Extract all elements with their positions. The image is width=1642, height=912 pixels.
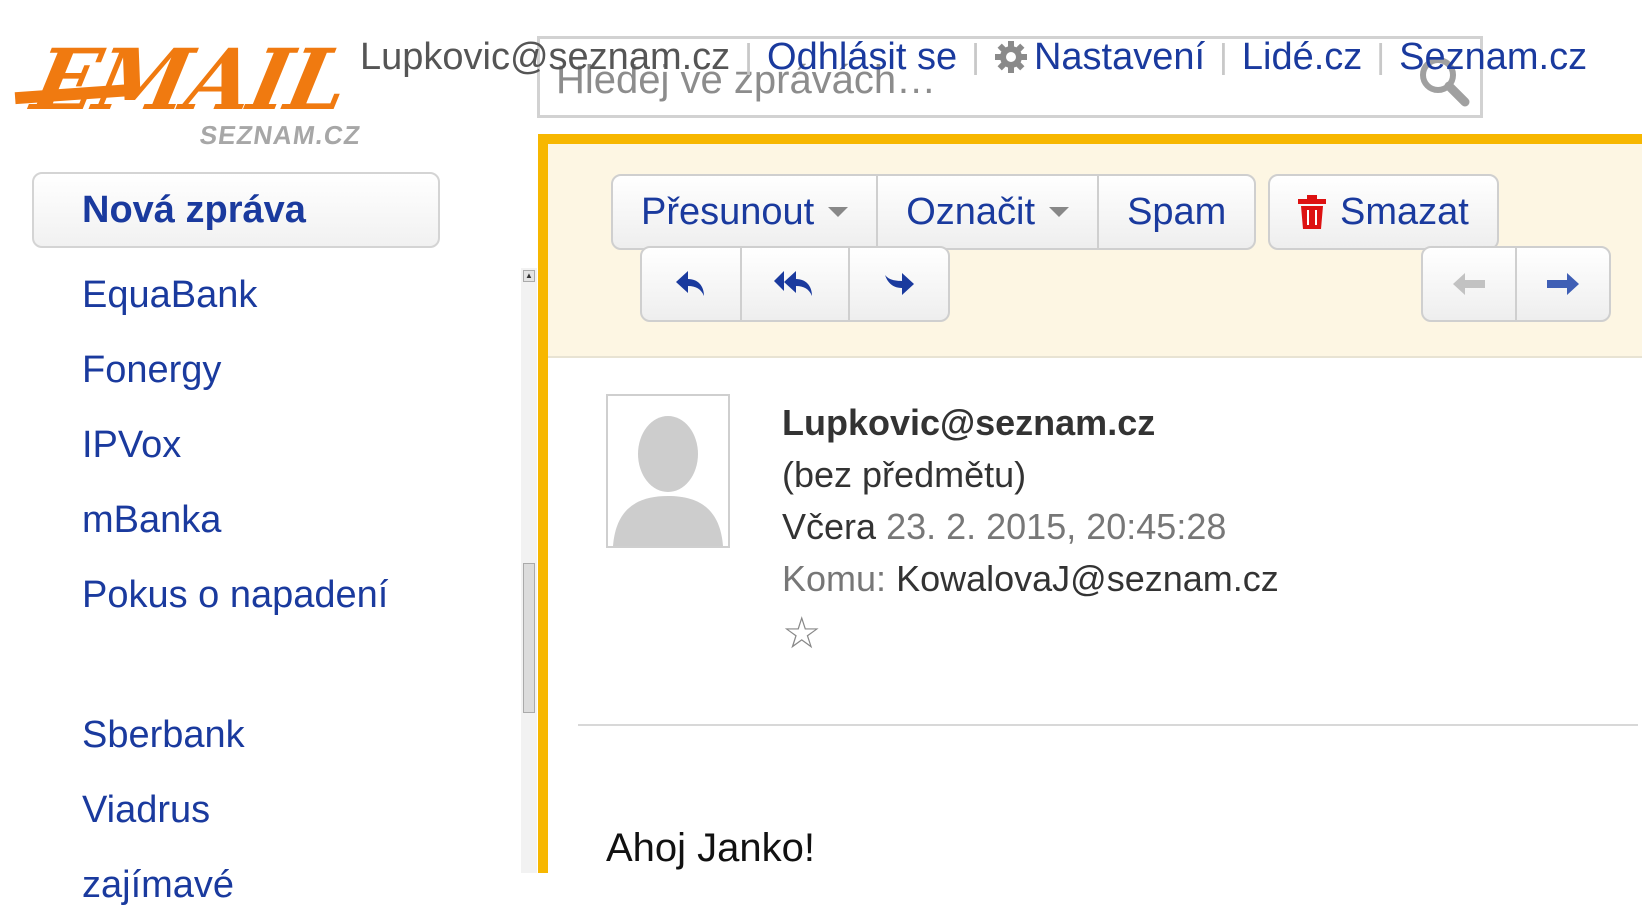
seznam-link[interactable]: Seznam.cz — [1399, 36, 1587, 79]
chevron-down-icon — [828, 207, 849, 217]
chevron-down-icon — [1049, 207, 1070, 217]
navigation-group — [1421, 246, 1611, 322]
new-message-button[interactable]: Nová zpráva — [32, 172, 440, 248]
reply-group — [640, 246, 950, 322]
message-recipient: Komu: KowalovaJ@seznam.cz — [782, 558, 1279, 600]
folder-item[interactable]: Sberbank — [82, 702, 482, 777]
sender-avatar — [606, 394, 730, 548]
top-links: Lupkovic@seznam.cz | Odhlásit se | Nasta… — [360, 32, 1587, 82]
separator: | — [1376, 37, 1386, 76]
message-toolbar: Přesunout Označit Spam Smazat — [548, 144, 1642, 358]
message-date: Včera 23. 2. 2015, 20:45:28 — [782, 506, 1226, 548]
spam-button[interactable]: Spam — [1099, 176, 1254, 248]
sidebar-scrollbar[interactable]: ▲ — [521, 268, 537, 873]
mark-button[interactable]: Označit — [878, 176, 1100, 248]
folder-item[interactable]: Fonergy — [82, 337, 482, 412]
gear-icon[interactable] — [994, 40, 1028, 74]
move-label: Přesunout — [641, 190, 815, 233]
recipient-address[interactable]: KowalovaJ@seznam.cz — [896, 558, 1279, 599]
reply-all-button[interactable] — [742, 248, 850, 320]
delete-label: Smazat — [1340, 190, 1469, 233]
folder-item[interactable]: IPVox — [82, 412, 482, 487]
logo-subtitle: SEZNAM.CZ — [197, 120, 363, 150]
reply-button[interactable] — [642, 248, 742, 320]
message-body: Ahoj Janko! — [606, 826, 816, 870]
folder-list: EquaBank Fonergy IPVox mBanka Pokus o na… — [82, 262, 482, 912]
forward-button[interactable] — [850, 248, 948, 320]
star-icon[interactable]: ☆ — [782, 608, 821, 659]
folder-item[interactable]: EquaBank — [82, 262, 482, 337]
logout-link[interactable]: Odhlásit se — [767, 36, 957, 79]
trash-icon — [1298, 195, 1326, 229]
date-value: 23. 2. 2015, 20:45:28 — [886, 506, 1227, 547]
recipient-label: Komu: — [782, 558, 887, 599]
logo-word: EMAIL — [24, 30, 357, 129]
move-button[interactable]: Přesunout — [613, 176, 879, 248]
separator: | — [971, 37, 980, 76]
folder-item[interactable]: Viadrus — [82, 777, 482, 852]
separator: | — [744, 37, 754, 76]
arrow-right-icon — [1547, 273, 1579, 295]
current-user: Lupkovic@seznam.cz — [360, 35, 731, 78]
folder-item[interactable]: Pokus o napadení — [82, 562, 482, 702]
date-relative: Včera — [782, 506, 877, 547]
forward-icon — [885, 273, 914, 295]
settings-link[interactable]: Nastavení — [1034, 36, 1205, 79]
sender-address[interactable]: Lupkovic@seznam.cz — [782, 402, 1155, 444]
scrollbar-thumb[interactable] — [523, 563, 535, 713]
reply-all-icon — [774, 271, 812, 296]
delete-group: Smazat — [1268, 174, 1499, 250]
message-panel: Přesunout Označit Spam Smazat Lupkovic@s… — [538, 134, 1642, 873]
message-subject: (bez předmětu) — [782, 454, 1027, 495]
lide-link[interactable]: Lidé.cz — [1242, 36, 1362, 79]
scroll-up-arrow-icon[interactable]: ▲ — [523, 270, 535, 282]
folder-item[interactable]: zajímavé — [82, 852, 482, 912]
folder-item[interactable]: mBanka — [82, 487, 482, 562]
mark-label: Označit — [906, 190, 1036, 233]
delete-button[interactable]: Smazat — [1270, 176, 1497, 248]
arrow-left-icon — [1453, 273, 1485, 295]
previous-message-button[interactable] — [1423, 248, 1517, 320]
separator: | — [1219, 37, 1228, 76]
header-divider — [578, 724, 1638, 726]
reply-icon — [676, 271, 704, 296]
action-group: Přesunout Označit Spam — [611, 174, 1257, 250]
seznam-email-logo[interactable]: EMAIL SEZNAM.CZ — [14, 30, 415, 160]
avatar-silhouette-icon — [608, 396, 728, 546]
next-message-button[interactable] — [1517, 248, 1609, 320]
